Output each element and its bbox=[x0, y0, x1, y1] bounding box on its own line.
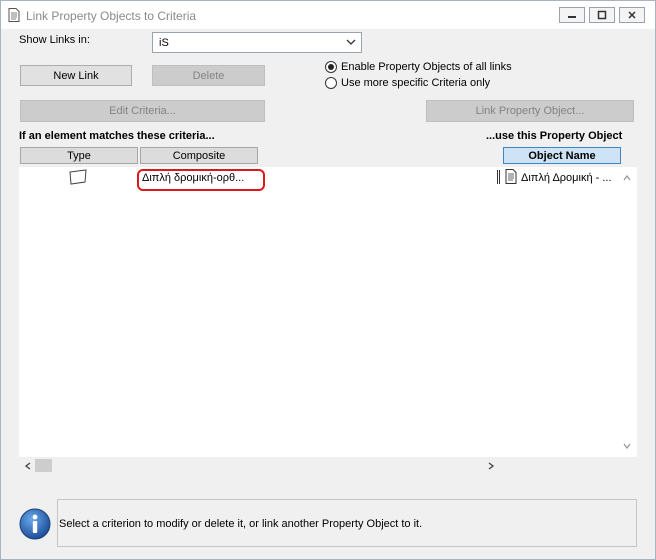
show-links-combo[interactable]: iS bbox=[152, 32, 362, 53]
composite-column-label: Composite bbox=[172, 149, 226, 162]
criteria-header: If an element matches these criteria... bbox=[19, 130, 215, 142]
scroll-left-icon[interactable] bbox=[23, 461, 33, 471]
title-bar: Link Property Objects to Criteria bbox=[1, 1, 655, 29]
show-links-label: Show Links in: bbox=[19, 34, 90, 46]
composite-column-header[interactable]: Composite bbox=[140, 147, 258, 164]
object-name-cell: Διπλή Δρομική - ... bbox=[521, 172, 612, 184]
more-specific-radio[interactable] bbox=[325, 77, 337, 89]
window-title: Link Property Objects to Criteria bbox=[26, 9, 197, 23]
enable-all-radio[interactable] bbox=[325, 61, 337, 73]
link-property-object-label: Link Property Object... bbox=[475, 105, 585, 117]
scroll-down-icon[interactable] bbox=[622, 441, 632, 451]
enable-all-label: Enable Property Objects of all links bbox=[341, 61, 512, 73]
row-splitter bbox=[497, 170, 500, 184]
maximize-icon bbox=[597, 10, 607, 20]
close-icon bbox=[628, 11, 636, 19]
maximize-button[interactable] bbox=[589, 7, 615, 23]
minimize-icon bbox=[568, 16, 576, 18]
edit-criteria-button[interactable]: Edit Criteria... bbox=[20, 100, 265, 122]
document-icon bbox=[505, 169, 517, 184]
object-name-column-header[interactable]: Object Name bbox=[503, 147, 621, 164]
delete-button[interactable]: Delete bbox=[152, 65, 265, 86]
more-specific-label: Use more specific Criteria only bbox=[341, 77, 491, 89]
horizontal-scroll-thumb[interactable] bbox=[35, 459, 52, 472]
links-list[interactable]: Διπλή δρομική-ορθ... Διπλή Δρομική - ... bbox=[19, 167, 637, 457]
status-message: Select a criterion to modify or delete i… bbox=[59, 518, 423, 530]
object-name-column-label: Object Name bbox=[528, 149, 596, 162]
edit-criteria-label: Edit Criteria... bbox=[109, 105, 176, 117]
type-column-header[interactable]: Type bbox=[20, 147, 138, 164]
document-icon bbox=[8, 8, 20, 22]
link-property-object-button[interactable]: Link Property Object... bbox=[426, 100, 634, 122]
slab-shape-icon bbox=[69, 169, 87, 185]
scroll-right-icon[interactable] bbox=[486, 461, 496, 471]
horizontal-scrollbar[interactable] bbox=[19, 457, 637, 474]
dialog-window: Link Property Objects to Criteria Show L… bbox=[0, 0, 656, 560]
chevron-down-icon bbox=[346, 39, 356, 45]
minimize-button[interactable] bbox=[559, 7, 585, 23]
new-link-label: New Link bbox=[53, 69, 99, 82]
close-button[interactable] bbox=[619, 7, 645, 23]
table-row[interactable]: Διπλή δρομική-ορθ... Διπλή Δρομική - ... bbox=[19, 167, 619, 191]
type-column-label: Type bbox=[67, 149, 91, 162]
show-links-value: iS bbox=[159, 37, 169, 49]
property-object-header: ...use this Property Object bbox=[486, 130, 623, 142]
info-icon bbox=[19, 508, 51, 540]
status-panel: Select a criterion to modify or delete i… bbox=[57, 499, 637, 547]
new-link-button[interactable]: New Link bbox=[20, 65, 132, 86]
delete-label: Delete bbox=[192, 69, 225, 82]
composite-cell: Διπλή δρομική-ορθ... bbox=[142, 172, 245, 184]
scroll-up-icon[interactable] bbox=[622, 173, 632, 183]
